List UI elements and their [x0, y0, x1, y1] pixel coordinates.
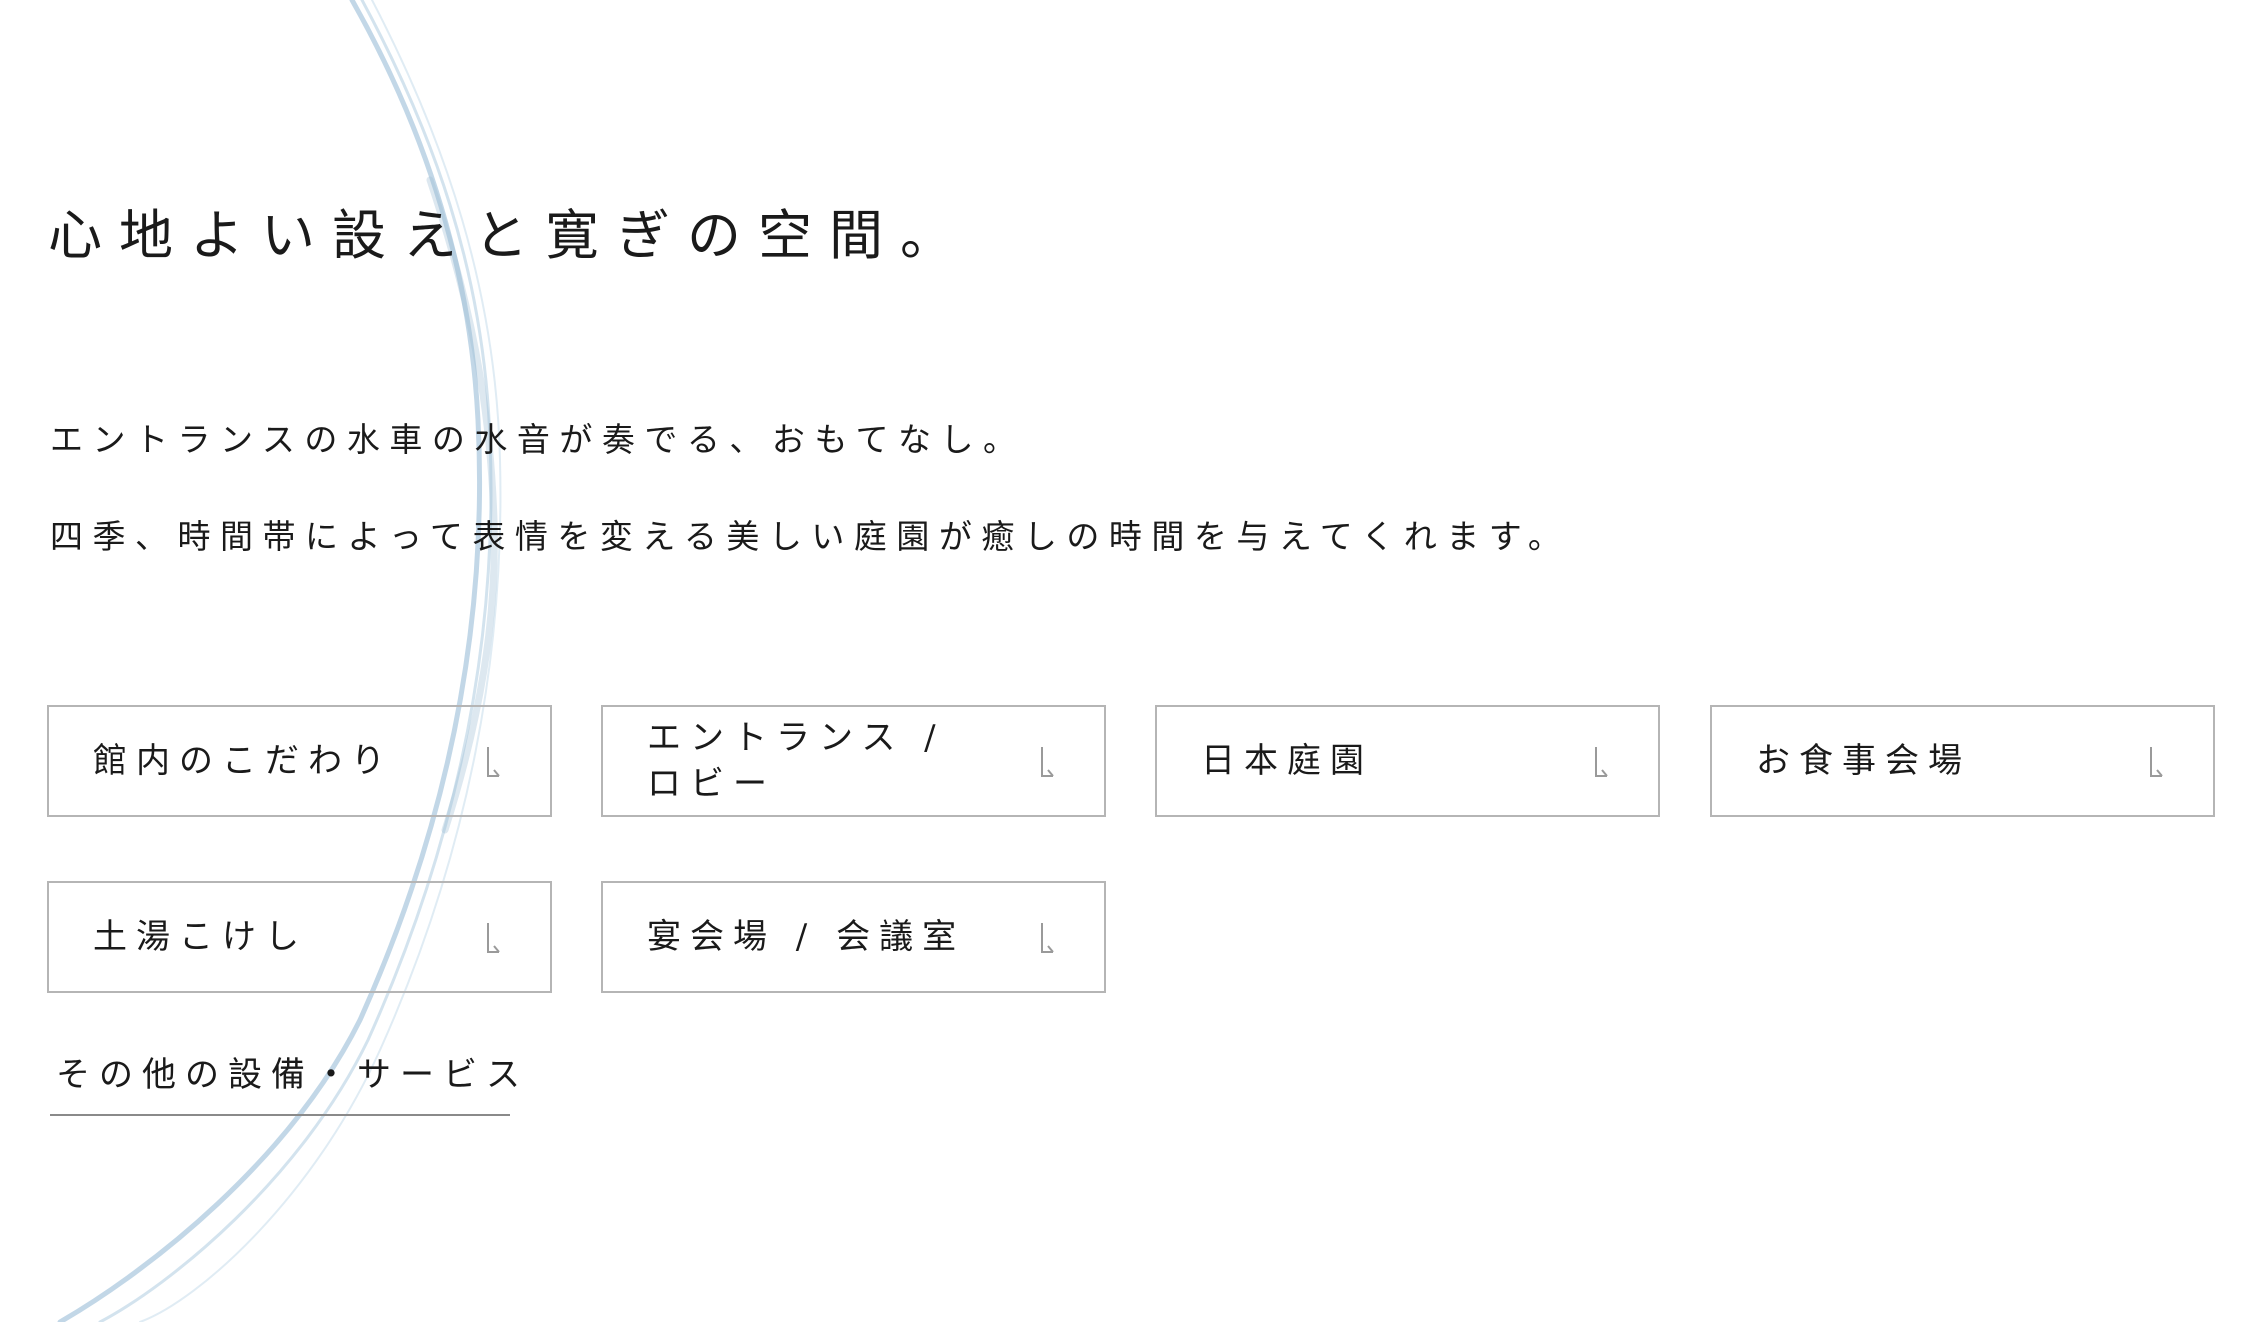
arrow-down-icon	[2150, 747, 2163, 777]
intro-paragraph-1: エントランスの水車の水音が奏でる、おもてなし。	[50, 420, 1026, 459]
other-facilities-link-label: その他の設備・サービス	[56, 1055, 529, 1095]
arrow-down-icon	[1595, 747, 1608, 777]
arrow-down-icon	[487, 923, 500, 953]
link-button-label: 館内のこだわり	[93, 741, 394, 781]
other-facilities-link[interactable]: その他の設備・サービス	[50, 1048, 520, 1116]
intro-paragraph-2: 四季、時間帯によって表情を変える美しい庭園が癒しの時間を与えてくれます。	[50, 517, 1571, 556]
link-button-label: エントランス / ロビー	[647, 718, 945, 804]
arrow-down-icon	[487, 747, 500, 777]
main-content: 心地よい設えと寛ぎの空間。 エントランスの水車の水音が奏でる、おもてなし。 四季…	[0, 0, 2256, 1322]
link-button-label: お食事会場	[1756, 741, 1971, 781]
arrow-down-icon	[1041, 923, 1054, 953]
link-button-entrance-lobby[interactable]: エントランス / ロビー	[601, 705, 1106, 817]
link-button-label: 宴会場 / 会議室	[647, 917, 966, 957]
link-button-japanese-garden[interactable]: 日本庭園	[1155, 705, 1660, 817]
link-button-dining-hall[interactable]: お食事会場	[1710, 705, 2215, 817]
section-heading: 心地よい設えと寛ぎの空間。	[48, 204, 971, 267]
link-button-label: 日本庭園	[1201, 741, 1373, 781]
link-button-banquet-meeting[interactable]: 宴会場 / 会議室	[601, 881, 1106, 993]
arrow-down-icon	[1041, 747, 1054, 777]
link-button-kodawari[interactable]: 館内のこだわり	[47, 705, 552, 817]
link-button-tsuchiyu-kokeshi[interactable]: 土湯こけし	[47, 881, 552, 993]
link-button-label: 土湯こけし	[93, 917, 308, 957]
